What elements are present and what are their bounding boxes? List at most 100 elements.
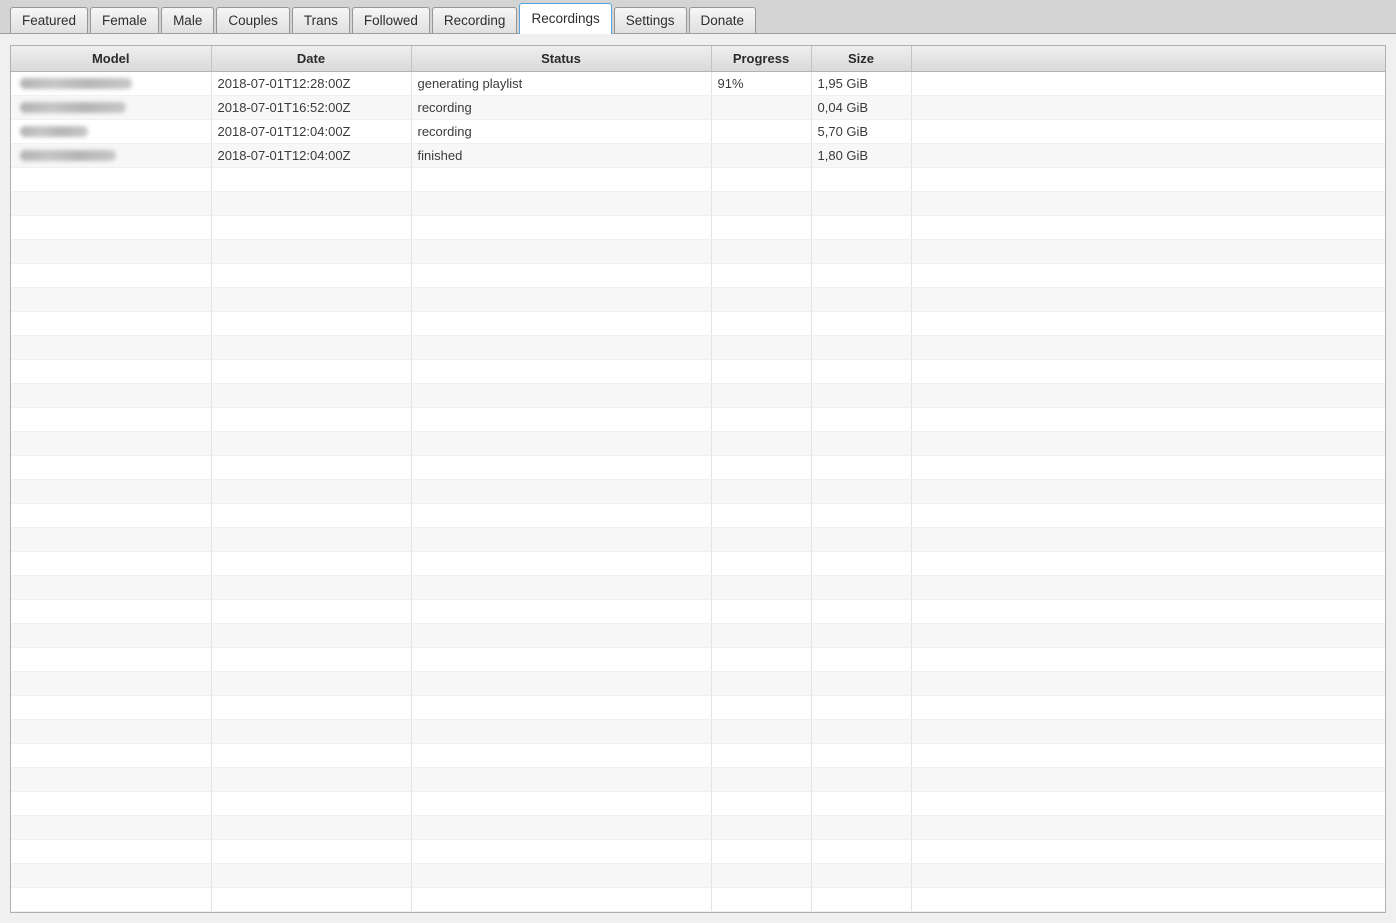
cell-status[interactable] [411, 191, 712, 216]
cell-filler[interactable] [911, 383, 1385, 408]
column-header-filler[interactable] [911, 46, 1385, 72]
cell-progress[interactable] [711, 887, 812, 912]
cell-size[interactable] [811, 167, 912, 192]
cell-model[interactable] [11, 815, 212, 840]
cell-model[interactable] [11, 887, 212, 912]
cell-date[interactable] [211, 767, 412, 792]
cell-model[interactable] [11, 623, 212, 648]
cell-filler[interactable] [911, 167, 1385, 192]
cell-date[interactable] [211, 503, 412, 528]
cell-date[interactable] [211, 527, 412, 552]
cell-date[interactable] [211, 791, 412, 816]
cell-status[interactable] [411, 551, 712, 576]
empty-table-row[interactable] [11, 479, 1385, 504]
cell-filler[interactable] [911, 743, 1385, 768]
cell-filler[interactable] [911, 239, 1385, 264]
cell-model[interactable] [11, 119, 212, 144]
cell-date[interactable] [211, 335, 412, 360]
cell-filler[interactable] [911, 767, 1385, 792]
cell-date[interactable] [211, 575, 412, 600]
cell-size[interactable] [811, 791, 912, 816]
cell-progress[interactable] [711, 95, 812, 120]
cell-size[interactable] [811, 455, 912, 480]
cell-status[interactable] [411, 239, 712, 264]
cell-progress[interactable] [711, 167, 812, 192]
empty-table-row[interactable] [11, 887, 1385, 912]
cell-model[interactable] [11, 191, 212, 216]
cell-date[interactable] [211, 647, 412, 672]
table-row[interactable]: 2018-07-01T12:04:00Z recording 5,70 GiB [11, 119, 1385, 144]
cell-size[interactable] [811, 767, 912, 792]
empty-table-row[interactable] [11, 359, 1385, 384]
cell-filler[interactable] [911, 71, 1385, 96]
empty-table-row[interactable] [11, 407, 1385, 432]
cell-model[interactable] [11, 599, 212, 624]
cell-filler[interactable] [911, 839, 1385, 864]
cell-date[interactable] [211, 383, 412, 408]
cell-model[interactable] [11, 791, 212, 816]
cell-date[interactable] [211, 839, 412, 864]
cell-date[interactable]: 2018-07-01T12:04:00Z [211, 143, 412, 168]
cell-progress[interactable] [711, 479, 812, 504]
cell-status[interactable]: recording [411, 119, 712, 144]
table-row[interactable]: 2018-07-01T16:52:00Z recording 0,04 GiB [11, 95, 1385, 120]
cell-filler[interactable] [911, 191, 1385, 216]
cell-filler[interactable] [911, 263, 1385, 288]
cell-model[interactable] [11, 287, 212, 312]
cell-status[interactable] [411, 479, 712, 504]
cell-size[interactable] [811, 527, 912, 552]
empty-table-row[interactable] [11, 863, 1385, 888]
cell-status[interactable] [411, 887, 712, 912]
cell-progress[interactable] [711, 239, 812, 264]
cell-size[interactable] [811, 743, 912, 768]
cell-date[interactable] [211, 263, 412, 288]
cell-status[interactable] [411, 599, 712, 624]
cell-date[interactable] [211, 167, 412, 192]
cell-filler[interactable] [911, 815, 1385, 840]
cell-model[interactable] [11, 647, 212, 672]
cell-size[interactable]: 1,80 GiB [811, 143, 912, 168]
cell-size[interactable] [811, 431, 912, 456]
tab-couples[interactable]: Couples [216, 7, 290, 33]
empty-table-row[interactable] [11, 287, 1385, 312]
cell-filler[interactable] [911, 455, 1385, 480]
table-row[interactable]: 2018-07-01T12:04:00Z finished 1,80 GiB [11, 143, 1385, 168]
cell-model[interactable] [11, 143, 212, 168]
cell-size[interactable] [811, 863, 912, 888]
cell-model[interactable] [11, 743, 212, 768]
cell-progress[interactable] [711, 719, 812, 744]
cell-filler[interactable] [911, 887, 1385, 912]
cell-progress[interactable] [711, 623, 812, 648]
cell-date[interactable] [211, 623, 412, 648]
cell-date[interactable]: 2018-07-01T12:28:00Z [211, 71, 412, 96]
empty-table-row[interactable] [11, 815, 1385, 840]
cell-size[interactable]: 5,70 GiB [811, 119, 912, 144]
cell-status[interactable]: generating playlist [411, 71, 712, 96]
cell-model[interactable] [11, 503, 212, 528]
cell-filler[interactable] [911, 791, 1385, 816]
cell-date[interactable] [211, 239, 412, 264]
cell-status[interactable] [411, 767, 712, 792]
empty-table-row[interactable] [11, 791, 1385, 816]
tab-female[interactable]: Female [90, 7, 160, 33]
empty-table-row[interactable] [11, 311, 1385, 336]
cell-size[interactable] [811, 719, 912, 744]
empty-table-row[interactable] [11, 263, 1385, 288]
cell-model[interactable] [11, 719, 212, 744]
tab-trans[interactable]: Trans [291, 7, 350, 33]
empty-table-row[interactable] [11, 215, 1385, 240]
cell-status[interactable] [411, 647, 712, 672]
cell-status[interactable] [411, 719, 712, 744]
cell-progress[interactable] [711, 215, 812, 240]
cell-date[interactable] [211, 359, 412, 384]
column-header-progress[interactable]: Progress [711, 46, 812, 72]
cell-size[interactable] [811, 671, 912, 696]
cell-size[interactable] [811, 575, 912, 600]
cell-progress[interactable] [711, 743, 812, 768]
cell-progress[interactable] [711, 455, 812, 480]
cell-filler[interactable] [911, 575, 1385, 600]
cell-model[interactable] [11, 431, 212, 456]
cell-size[interactable] [811, 599, 912, 624]
empty-table-row[interactable] [11, 767, 1385, 792]
cell-filler[interactable] [911, 335, 1385, 360]
